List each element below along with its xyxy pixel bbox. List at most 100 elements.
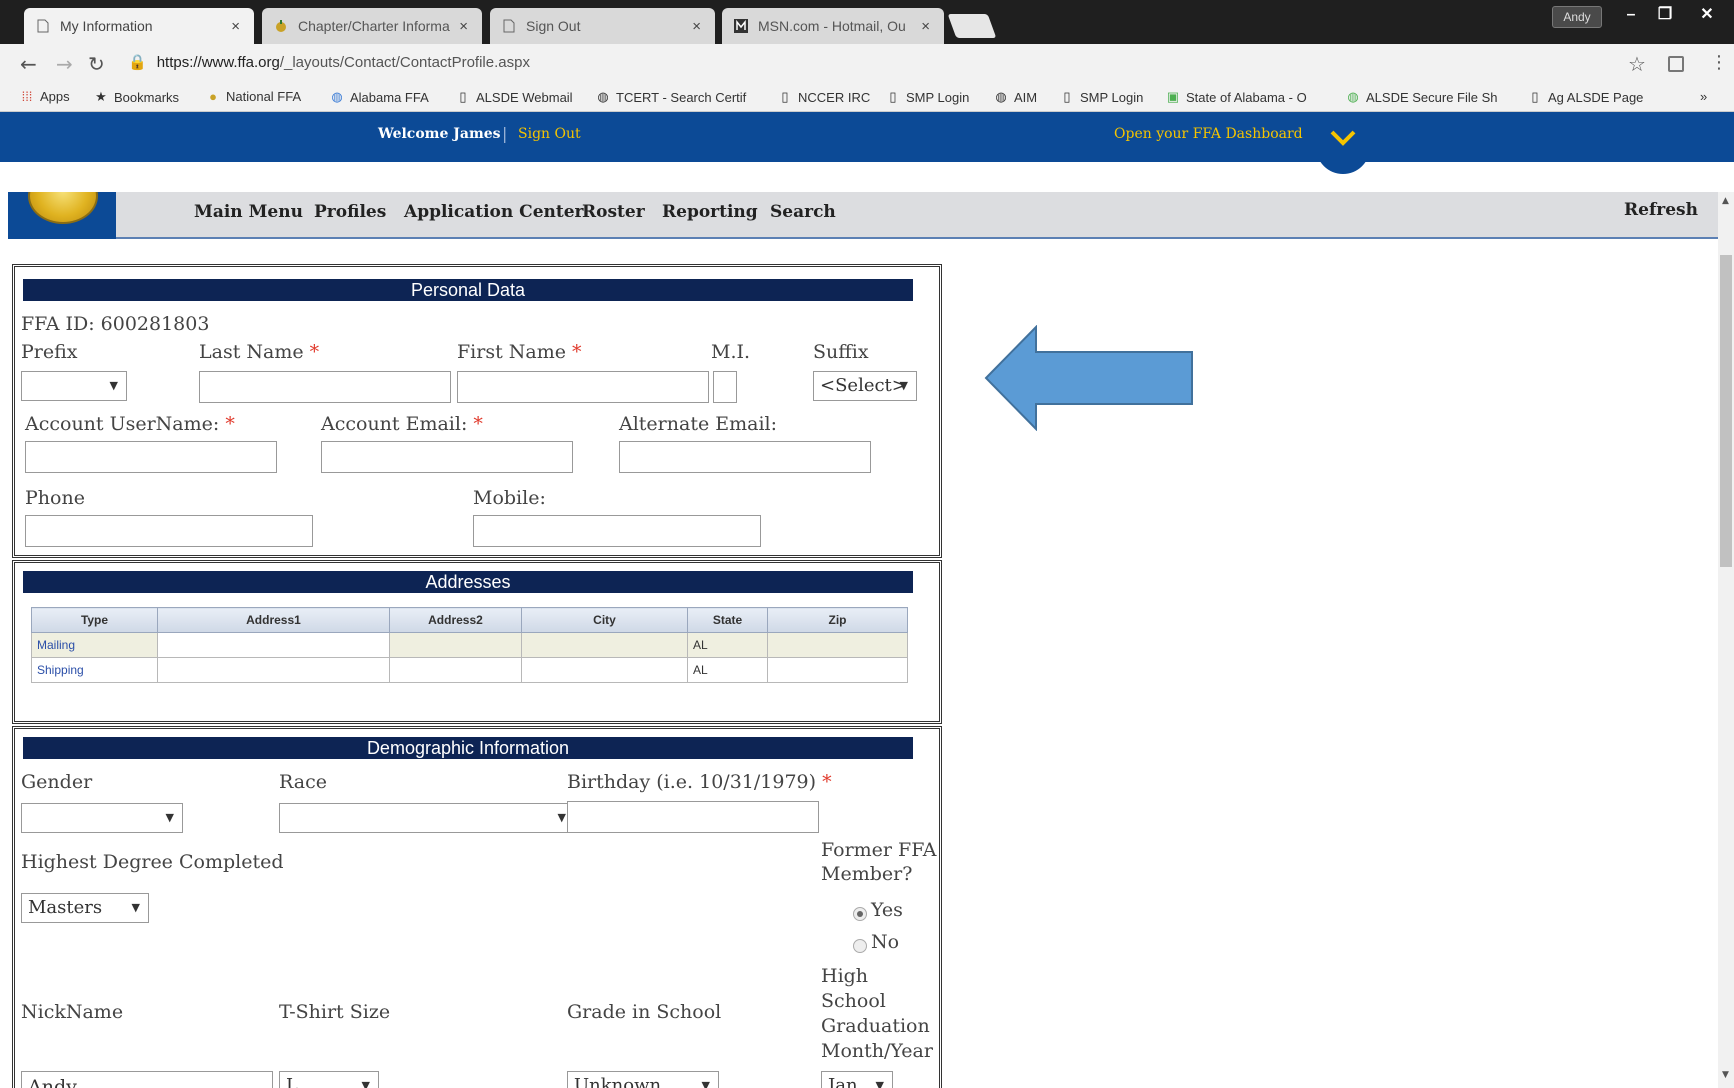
bookmark-nccer-irc[interactable]: ▯ NCCER IRC — [778, 89, 870, 105]
username-input[interactable] — [25, 441, 277, 473]
scroll-up-icon[interactable]: ▲ — [1722, 196, 1729, 206]
hs-graduation-month-select[interactable]: Jan ▼ — [821, 1071, 893, 1088]
tshirt-size-select[interactable]: L ▼ — [279, 1071, 379, 1088]
address-type-cell: Shipping — [31, 657, 158, 683]
new-tab-button[interactable] — [947, 14, 997, 38]
nickname-label: NickName — [21, 1001, 124, 1023]
addresses-panel: Addresses Type Address1 Address2 City St… — [12, 560, 942, 724]
mobile-input[interactable] — [473, 515, 761, 547]
table-cell — [389, 632, 522, 658]
back-arrow-icon[interactable]: ← — [20, 52, 37, 76]
bookmark-national-ffa[interactable]: ● National FFA — [206, 89, 301, 104]
msn-icon — [734, 18, 748, 34]
close-tab-icon[interactable]: × — [231, 18, 240, 35]
tab-title: MSN.com - Hotmail, Ou — [758, 18, 906, 34]
url-path: /_layouts/Contact/ContactProfile.aspx — [279, 54, 530, 71]
grade-select[interactable]: Unknown ▼ — [567, 1071, 719, 1088]
close-window-icon[interactable]: ✕ — [1690, 4, 1724, 28]
bookmark-ag-alsde[interactable]: ▯ Ag ALSDE Page — [1528, 89, 1643, 105]
table-cell — [389, 657, 522, 683]
scroll-down-icon[interactable]: ▼ — [1722, 1070, 1729, 1080]
ffa-logo[interactable] — [8, 192, 116, 239]
first-name-input[interactable] — [457, 371, 709, 403]
nav-search[interactable]: Search — [770, 202, 836, 222]
prefix-select[interactable]: ▼ — [21, 371, 127, 401]
tab-my-information[interactable]: My Information × — [24, 8, 254, 44]
nav-roster[interactable]: Roster — [582, 202, 645, 222]
address-type-link[interactable]: Mailing — [37, 638, 75, 652]
maximize-icon[interactable]: ❐ — [1648, 4, 1682, 28]
refresh-button[interactable]: Refresh — [1624, 200, 1698, 220]
column-header[interactable]: Address2 — [389, 607, 522, 633]
account-email-label: Account Email: * — [321, 413, 483, 435]
chevron-down-icon[interactable] — [1328, 128, 1358, 148]
alternate-email-input[interactable] — [619, 441, 871, 473]
account-email-input[interactable] — [321, 441, 573, 473]
suffix-select[interactable]: <Select> ▼ — [813, 371, 917, 401]
reload-icon[interactable]: ↻ — [88, 52, 105, 76]
phone-input[interactable] — [25, 515, 313, 547]
profile-button[interactable]: Andy — [1552, 6, 1602, 28]
former-member-yes-radio[interactable] — [853, 907, 867, 921]
close-tab-icon[interactable]: × — [692, 18, 701, 35]
race-label: Race — [279, 771, 327, 793]
bookmark-bookmarks[interactable]: ★ Bookmarks — [94, 89, 179, 105]
bookmark-smp-login[interactable]: ▯ SMP Login — [886, 89, 969, 105]
highest-degree-select[interactable]: Masters ▼ — [21, 893, 149, 923]
column-header[interactable]: City — [521, 607, 688, 633]
bookmark-tcert[interactable]: ◍ TCERT - Search Certif — [596, 89, 746, 105]
annotation-arrow-left-icon — [984, 325, 1193, 431]
column-header[interactable]: State — [687, 607, 768, 633]
former-member-no-radio[interactable] — [853, 939, 867, 953]
nav-application-center[interactable]: Application Center — [404, 202, 584, 222]
url-field[interactable]: 🔒 https://www.ffa.org/_layouts/Contact/Co… — [128, 53, 530, 71]
bookmark-star-icon[interactable]: ☆ — [1628, 52, 1646, 76]
mi-input[interactable] — [713, 371, 737, 403]
birthday-input[interactable] — [567, 801, 819, 833]
tab-sign-out[interactable]: Sign Out × — [490, 8, 715, 44]
column-header[interactable]: Address1 — [157, 607, 390, 633]
hs-graduation-label: Graduation — [821, 1015, 930, 1037]
more-bookmarks-icon[interactable]: » — [1700, 89, 1707, 104]
menu-kebab-icon[interactable]: ⋮ — [1710, 52, 1728, 73]
tab-title: My Information — [60, 18, 153, 34]
dropdown-arrow-icon: ▼ — [109, 379, 118, 392]
required-mark: * — [473, 413, 483, 435]
bookmark-alsde-webmail[interactable]: ▯ ALSDE Webmail — [456, 89, 572, 105]
bookmark-state-of-alabama[interactable]: ▣ State of Alabama - O — [1166, 89, 1307, 105]
extension-icon[interactable] — [1668, 56, 1684, 72]
last-name-input[interactable] — [199, 371, 451, 403]
table-row: Shipping AL — [31, 657, 908, 683]
nickname-input[interactable]: Andy — [21, 1071, 273, 1088]
bookmark-smp-login-2[interactable]: ▯ SMP Login — [1060, 89, 1143, 105]
sign-out-link[interactable]: Sign Out — [518, 126, 581, 142]
tab-title: Chapter/Charter Informa — [298, 18, 450, 34]
alternate-email-label: Alternate Email: — [619, 413, 778, 435]
minimize-icon[interactable]: – — [1614, 4, 1648, 28]
mobile-label: Mobile: — [473, 487, 546, 509]
forward-arrow-icon[interactable]: → — [56, 52, 73, 76]
column-header[interactable]: Type — [31, 607, 158, 633]
bookmark-aim[interactable]: ◍ AIM — [994, 89, 1037, 105]
scrollbar-thumb[interactable] — [1720, 255, 1732, 567]
prefix-label: Prefix — [21, 341, 78, 363]
bookmark-apps[interactable]: ⁞⁞⁞ Apps — [20, 89, 70, 104]
nav-profiles[interactable]: Profiles — [314, 202, 386, 222]
hs-graduation-label: High — [821, 965, 869, 987]
race-select[interactable]: ▼ — [279, 803, 575, 833]
nav-main-menu[interactable]: Main Menu — [194, 202, 303, 222]
close-tab-icon[interactable]: × — [921, 18, 930, 35]
dashboard-link[interactable]: Open your FFA Dashboard — [1114, 126, 1303, 142]
state-cell: AL — [687, 657, 768, 683]
bookmark-alsde-secure[interactable]: ◍ ALSDE Secure File Sh — [1346, 89, 1497, 105]
apps-grid-icon: ⁞⁞⁞ — [21, 89, 33, 104]
tab-msn[interactable]: MSN.com - Hotmail, Ou × — [722, 8, 944, 44]
column-header[interactable]: Zip — [767, 607, 908, 633]
nav-reporting[interactable]: Reporting — [662, 202, 758, 222]
gender-select[interactable]: ▼ — [21, 803, 183, 833]
bookmark-alabama-ffa[interactable]: ◍ Alabama FFA — [330, 89, 428, 105]
tab-chapter-charter[interactable]: Chapter/Charter Informa × — [262, 8, 482, 44]
page-icon: ▯ — [889, 89, 897, 104]
close-tab-icon[interactable]: × — [459, 18, 468, 35]
address-type-link[interactable]: Shipping — [37, 663, 84, 677]
